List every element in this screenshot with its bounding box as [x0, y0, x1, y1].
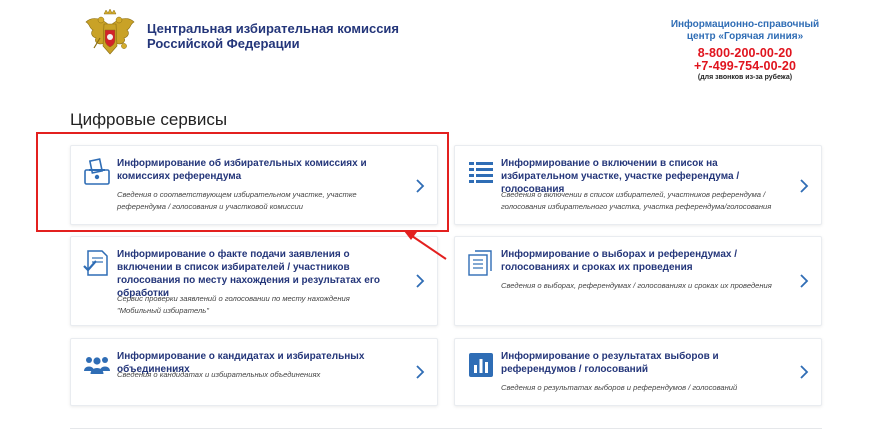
org-title-line1: Центральная избирательная комиссия [147, 21, 400, 36]
service-card-candidates[interactable]: Информирование о кандидатах и избиратель… [70, 338, 438, 406]
card-description: Сервис проверки заявлений о голосовании … [117, 293, 407, 316]
document-check-icon [83, 250, 108, 276]
hotline-title-line2: центр «Горячая линия» [686, 31, 804, 42]
card-description: Сведения о включении в список избирателе… [501, 190, 772, 211]
service-card-results[interactable]: Информирование о результатах выборов и р… [454, 338, 822, 406]
hotline-phone-international[interactable]: +7-499-754-00-20 [660, 60, 830, 73]
chevron-right-icon[interactable] [415, 274, 425, 288]
chevron-right-icon[interactable] [799, 179, 809, 193]
hotline-note: (для звонков из-за рубежа) [697, 74, 793, 81]
documents-icon [468, 250, 492, 276]
bar-chart-icon [469, 353, 493, 377]
card-description-line1: Сервис проверки заявлений о голосовании … [117, 294, 350, 303]
card-description: Сведения о кандидатах и избирательных об… [117, 370, 321, 379]
hotline-title-line1: Информационно-справочный [670, 19, 820, 30]
card-title: Информирование о выборах и референдумах … [501, 249, 737, 273]
card-title: Информирование о результатах выборов и р… [501, 351, 719, 375]
list-icon [469, 162, 493, 183]
service-card-voter-list[interactable]: Информирование о включении в список на и… [454, 145, 822, 225]
chevron-right-icon[interactable] [799, 274, 809, 288]
card-description: Сведения о выборах, референдумах / голос… [501, 281, 772, 290]
org-title-line2: Российской Федерации [147, 36, 300, 51]
site-header: Центральная избирательная комиссия Росси… [0, 0, 884, 100]
chevron-right-icon[interactable] [415, 365, 425, 379]
page-title: Цифровые сервисы [70, 110, 228, 129]
chevron-right-icon[interactable] [799, 365, 809, 379]
annotation-highlight-box [36, 132, 449, 232]
service-card-mobile-voter[interactable]: Информирование о факте подачи заявления … [70, 236, 438, 326]
divider [70, 428, 822, 429]
service-card-elections[interactable]: Информирование о выборах и референдумах … [454, 236, 822, 326]
coat-of-arms-icon[interactable] [84, 8, 136, 58]
card-description-line2: "Мобильный избиратель" [117, 305, 209, 315]
hotline-block: Информационно-справочный центр «Горячая … [660, 19, 830, 82]
org-title[interactable]: Центральная избирательная комиссия Росси… [147, 21, 407, 51]
people-icon [84, 357, 110, 374]
card-description: Сведения о результатах выборов и референ… [501, 383, 738, 392]
